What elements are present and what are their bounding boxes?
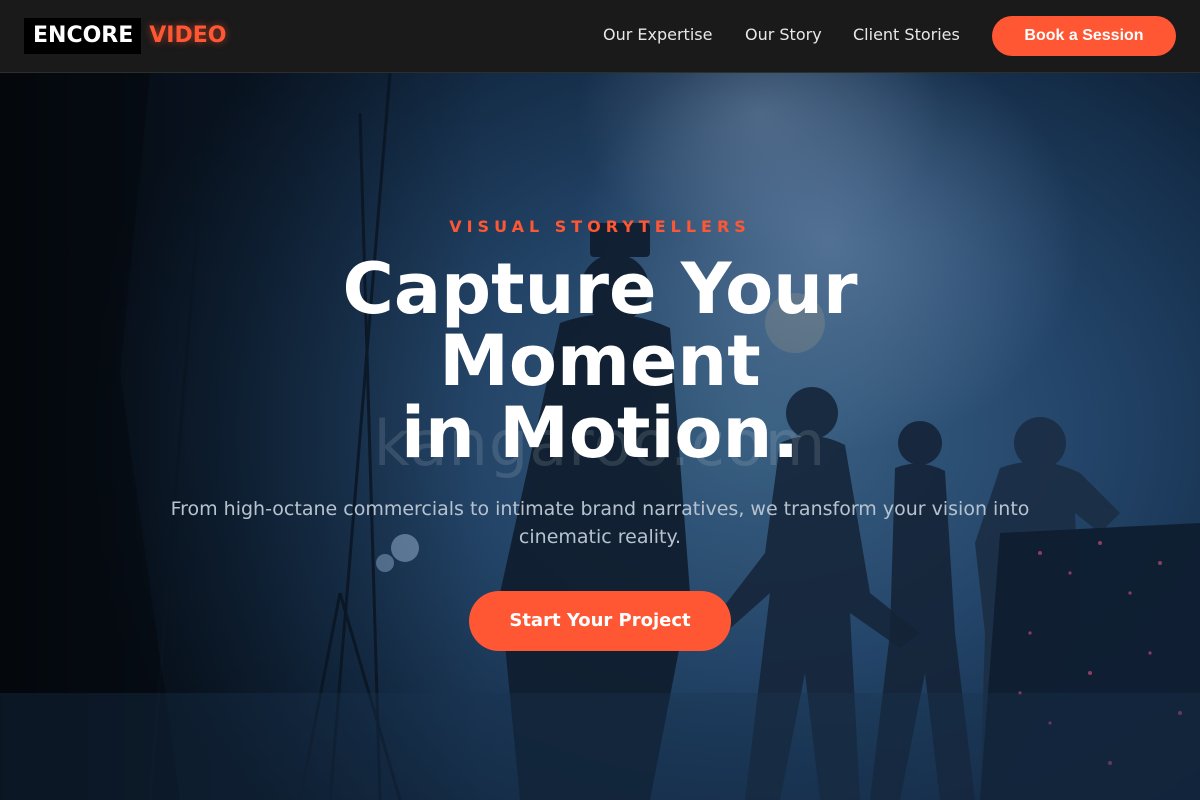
hero-headline-line-2: Moment: [439, 320, 761, 402]
start-project-button[interactable]: Start Your Project: [469, 591, 731, 651]
brand-logo[interactable]: ENCORE VIDEO: [24, 18, 232, 54]
hero-subtitle: From high-octane commercials to intimate…: [170, 498, 1030, 548]
site-header: ENCORE VIDEO Our Expertise Our Story Cli…: [0, 0, 1200, 73]
watermark-text: kangaroo.com: [373, 407, 827, 480]
hero-tagline: VISUAL STORYTELLERS: [449, 217, 751, 236]
brand-logo-part2: VIDEO: [149, 23, 227, 48]
nav-link-client-stories[interactable]: Client Stories: [853, 25, 960, 44]
nav-link-our-expertise[interactable]: Our Expertise: [603, 25, 712, 44]
nav-link-our-story[interactable]: Our Story: [745, 25, 822, 44]
book-session-button[interactable]: Book a Session: [992, 16, 1176, 56]
hero-section: VISUAL STORYTELLERS Capture Your Moment …: [0, 73, 1200, 800]
hero-headline-line-1: Capture Your: [342, 248, 858, 330]
brand-logo-part1: ENCORE: [24, 18, 142, 54]
